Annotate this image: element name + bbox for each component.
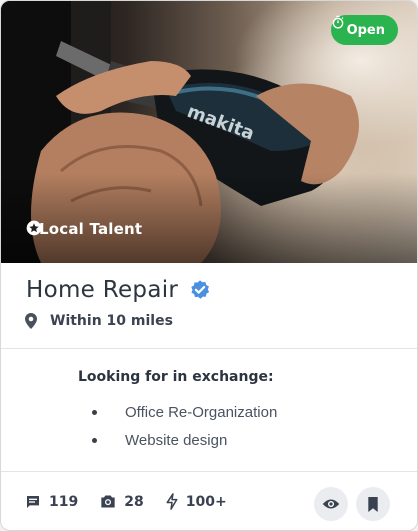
exchange-heading: Looking for in exchange: <box>78 369 274 385</box>
bookmark-button[interactable] <box>356 487 390 521</box>
listing-title[interactable]: Home Repair <box>26 277 178 303</box>
divider <box>1 348 417 349</box>
list-item-label: Office Re-Organization <box>125 403 278 421</box>
bullet <box>92 409 97 415</box>
bookmark-icon <box>367 496 379 512</box>
location-text: Within 10 miles <box>50 313 173 329</box>
verified-check-icon <box>189 279 211 301</box>
photos-count: 28 <box>124 493 144 510</box>
listing-card[interactable]: makita Open Local Talent Home Repair Wit… <box>0 0 418 531</box>
comment-icon <box>25 494 41 510</box>
view-button[interactable] <box>314 487 348 521</box>
hero-shade <box>1 173 417 263</box>
hero-image[interactable]: makita Open Local Talent <box>1 1 417 263</box>
eye-icon <box>322 498 340 510</box>
status-badge-label: Open <box>346 22 385 38</box>
stats-bar: 119 28 100+ <box>25 493 249 510</box>
location-row: Within 10 miles <box>25 313 173 329</box>
status-badge: Open <box>330 15 398 45</box>
exchange-list: Office Re-Organization Website design <box>92 398 277 454</box>
lightning-icon <box>166 493 178 510</box>
bullet <box>92 437 97 443</box>
category-label: Local Talent <box>26 220 142 238</box>
category-label-text: Local Talent <box>39 220 143 238</box>
camera-icon <box>100 494 116 509</box>
photos-stat: 28 <box>100 493 144 510</box>
list-item-label: Website design <box>125 431 228 449</box>
divider <box>1 471 417 472</box>
title-row: Home Repair <box>26 277 211 303</box>
comments-count: 119 <box>49 493 79 510</box>
boosts-stat: 100+ <box>166 493 227 510</box>
map-pin-icon <box>25 313 37 329</box>
comments-stat: 119 <box>25 494 78 510</box>
list-item: Website design <box>92 426 277 454</box>
list-item: Office Re-Organization <box>92 398 277 426</box>
boosts-count: 100+ <box>185 493 227 510</box>
